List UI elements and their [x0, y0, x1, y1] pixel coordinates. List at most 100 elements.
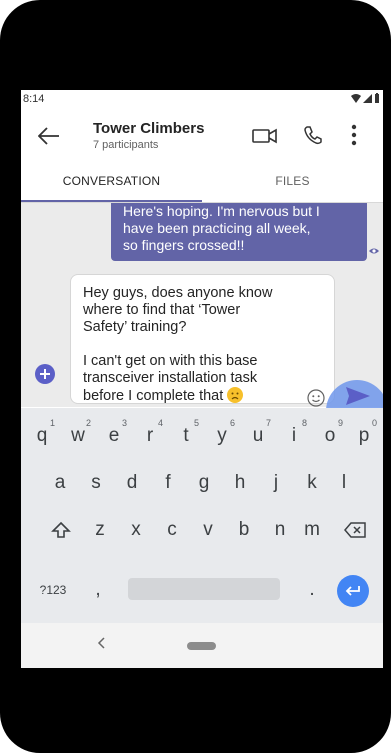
nav-home-pill[interactable] [187, 642, 216, 650]
key-e[interactable]: e3 [97, 418, 131, 452]
key-c[interactable]: c [155, 514, 189, 546]
key-y[interactable]: y6 [205, 418, 239, 452]
compose-blank-line [83, 336, 322, 353]
key-v[interactable]: v [191, 514, 225, 546]
key-s[interactable]: s [79, 467, 113, 499]
add-attachment-button[interactable] [35, 364, 55, 384]
message-line: have been practicing all week, [123, 220, 311, 236]
key-hint: 3 [121, 418, 127, 428]
key-hint: 8 [301, 418, 307, 428]
compose-line: where to find that ‘Tower [83, 302, 241, 318]
onscreen-keyboard: q1 w2 e3 r4 t5 y6 u7 i8 o9 p0 a s d f g … [21, 408, 383, 623]
key-f[interactable]: f [151, 467, 185, 499]
key-h[interactable]: h [223, 467, 257, 499]
key-t[interactable]: t5 [169, 418, 203, 452]
message-line: so fingers crossed!! [123, 237, 245, 253]
key-label: o [324, 425, 336, 446]
key-label: t [183, 425, 189, 446]
key-p[interactable]: p0 [347, 418, 381, 452]
shift-key[interactable] [41, 514, 81, 546]
audio-call-button[interactable] [301, 123, 325, 147]
key-b[interactable]: b [227, 514, 261, 546]
compose-line: Safety’ training? [83, 319, 187, 335]
status-time: 8:14 [23, 93, 45, 105]
key-label: q [36, 425, 48, 446]
read-receipt-icon [369, 248, 379, 254]
chat-title-block[interactable]: Tower Climbers 7 participants [93, 120, 204, 151]
message-line: Here's hoping. I'm nervous but I [123, 203, 320, 219]
backspace-key[interactable] [335, 514, 375, 546]
phone-icon [304, 126, 322, 145]
chat-title: Tower Climbers [93, 120, 205, 137]
key-l[interactable]: l [327, 467, 361, 499]
key-hint: 5 [193, 418, 199, 428]
back-button[interactable] [35, 122, 63, 150]
key-label: e [108, 425, 120, 446]
key-k[interactable]: k [295, 467, 329, 499]
screen: 8:14 Tower Climbers 7 participants CONVE… [21, 90, 383, 668]
key-label: w [71, 425, 85, 446]
compose-line: I can't get on with this base [83, 353, 258, 369]
key-hint: 6 [229, 418, 235, 428]
chat-header: Tower Climbers 7 participants [21, 110, 383, 160]
key-label: y [217, 425, 227, 446]
phone-frame: 8:14 Tower Climbers 7 participants CONVE… [0, 0, 391, 753]
key-j[interactable]: j [259, 467, 293, 499]
comma-key[interactable]: , [83, 574, 113, 606]
key-u[interactable]: u7 [241, 418, 275, 452]
nav-back-icon[interactable] [97, 637, 105, 649]
key-m[interactable]: m [295, 514, 329, 546]
key-r[interactable]: r4 [133, 418, 167, 452]
enter-key[interactable] [337, 575, 369, 607]
backspace-icon [344, 522, 366, 538]
key-label: i [291, 425, 297, 446]
key-x[interactable]: x [119, 514, 153, 546]
sad-face-emoji [227, 387, 244, 403]
key-g[interactable]: g [187, 467, 221, 499]
symbols-key[interactable]: ?123 [33, 574, 73, 606]
key-label: u [252, 425, 264, 446]
key-d[interactable]: d [115, 467, 149, 499]
shift-icon [51, 521, 71, 538]
chat-participants: 7 participants [93, 139, 159, 151]
status-icons [351, 93, 380, 103]
key-hint: 2 [85, 418, 91, 428]
sent-message-bubble[interactable]: Here's hoping. I'm nervous but I have be… [111, 203, 367, 261]
tab-conversation[interactable]: CONVERSATION [21, 160, 202, 202]
message-compose-box[interactable]: Hey guys, does anyone know where to find… [70, 274, 335, 404]
signal-icon [363, 93, 372, 103]
compose-line: Hey guys, does anyone know [83, 285, 273, 301]
key-hint: 7 [265, 418, 271, 428]
tab-bar: CONVERSATION FILES [21, 160, 383, 202]
conversation-area[interactable]: Here's hoping. I'm nervous but I have be… [21, 203, 383, 407]
send-icon[interactable] [345, 385, 371, 407]
key-label: p [358, 425, 370, 446]
system-nav-bar [21, 623, 383, 668]
compose-line-text: before I complete that [83, 388, 224, 404]
key-hint: 4 [157, 418, 163, 428]
video-call-button[interactable] [251, 124, 279, 148]
key-q[interactable]: q1 [25, 418, 59, 452]
key-z[interactable]: z [83, 514, 117, 546]
enter-icon [345, 586, 360, 596]
plus-icon [40, 369, 50, 379]
spacebar[interactable] [128, 578, 280, 600]
key-i[interactable]: i8 [277, 418, 311, 452]
key-a[interactable]: a [43, 467, 77, 499]
key-w[interactable]: w2 [61, 418, 95, 452]
battery-icon [375, 93, 379, 103]
video-camera-icon [252, 128, 277, 144]
period-key[interactable]: . [297, 574, 327, 606]
sad-face-icon [231, 392, 239, 400]
wifi-icon [351, 93, 361, 103]
key-hint: 0 [371, 418, 377, 428]
more-vertical-icon [351, 124, 357, 146]
emoji-icon[interactable] [307, 389, 325, 407]
more-options-button[interactable] [346, 122, 362, 148]
key-o[interactable]: o9 [313, 418, 347, 452]
key-n[interactable]: n [263, 514, 297, 546]
key-hint: 9 [337, 418, 343, 428]
compose-line-last: before I complete that [83, 387, 322, 405]
tab-files[interactable]: FILES [202, 160, 383, 202]
key-label: r [146, 425, 154, 446]
